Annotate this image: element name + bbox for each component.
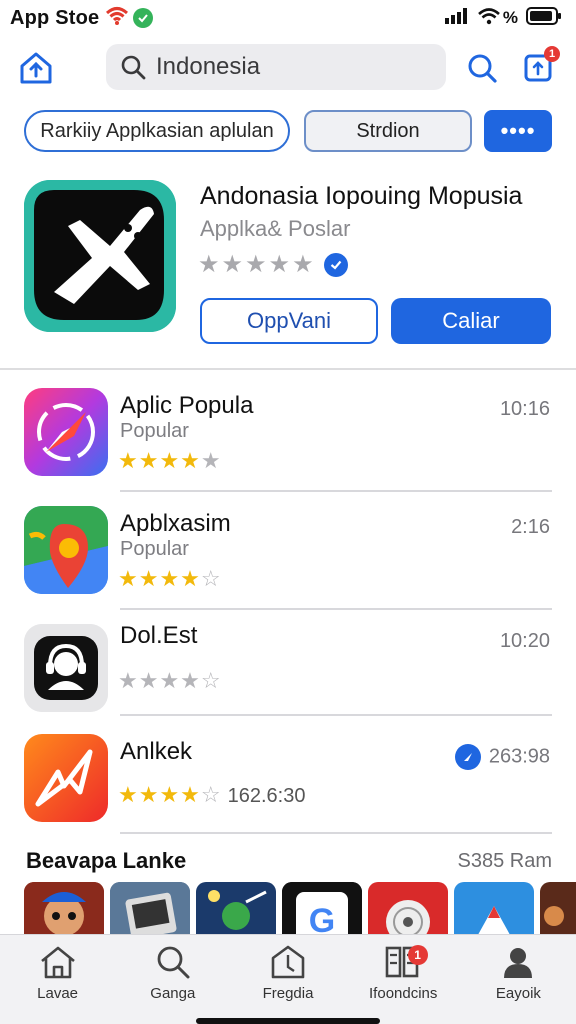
divider [120,490,552,492]
featured-title: Andonasia Iopouing Mopusia [200,182,523,210]
app-rating: ★★★★☆ 162.6:30 [118,782,306,807]
list-item[interactable]: Aplic Popula Popular ★★★★★ 10:16 [0,380,576,492]
star-icon: ★ [245,251,267,278]
thumbnail-device[interactable] [110,882,190,936]
filter-chip-station[interactable]: Strdion [304,110,472,152]
house-arrow-icon [20,52,52,84]
home-indicator [196,1018,380,1024]
more-button[interactable]: •••• [484,110,552,152]
updates-button[interactable]: 1 [520,46,560,88]
thumbnail-record[interactable] [368,882,448,936]
app-category: Popular [120,420,189,442]
check-icon [133,8,154,28]
svg-text:G: G [309,902,335,936]
tab-eayoik[interactable]: Eayoik [461,935,576,1024]
divider [120,608,552,610]
filter-row: Rarkiiy Applkasian aplulan Strdion •••• [0,110,576,154]
compass-icon [24,388,108,476]
featured-app: Andonasia Iopouing Mopusia Applka& Posla… [0,178,576,368]
search-icon [468,54,497,83]
list-item[interactable]: Anlkek ★★★★☆ 162.6:30 263:98 [0,726,576,838]
featured-rating: ★ ★ ★ ★ ★ [198,250,348,279]
thumbnail-face[interactable] [24,882,104,936]
tab-fregdia[interactable]: Fregdia [230,935,345,1024]
house-icon [40,946,75,979]
app-category: Popular [120,538,189,560]
search-value: Indonesia [156,53,261,80]
app-icon-maps [24,506,108,594]
wifi-icon [105,6,129,31]
search-input[interactable]: Indonesia [106,44,446,90]
section-title: Beavapa Lanke [26,848,187,873]
featured-subtitle: Applka& Poslar [200,216,351,241]
filter-chip-apps[interactable]: Rarkiiy Applkasian aplulan [24,110,290,152]
search-icon [157,946,190,979]
app-rating: ★★★★★ [118,448,222,473]
app-meta: 162.6:30 [227,785,306,807]
status-bar: App Stoe % [0,0,576,36]
thumbnail-blue[interactable] [454,882,534,936]
person-icon [504,948,533,978]
app-icon-compass [24,388,108,476]
star-icon: ★ [198,251,220,278]
play-icon [454,744,481,770]
tab-lavae[interactable]: Lavae [0,935,115,1024]
notification-badge: 1 [544,46,560,62]
star-icon: ★ [268,251,291,278]
app-time: 10:16 [499,398,550,420]
battery-icon [526,6,562,30]
app-time: 263:98 [454,744,550,770]
app-name: Apblxasim [120,510,231,537]
app-name: Dol.Est [120,622,198,649]
featured-open-button[interactable]: OppVani [200,298,378,344]
arrow-icon [24,734,108,822]
divider [120,832,552,834]
home-button[interactable] [16,48,56,88]
featured-app-icon[interactable] [24,180,176,332]
list-item[interactable]: Dol.Est ★★★★☆ 10:20 [0,616,576,728]
carrier-label: App Stoe [10,6,100,29]
tab-badge: 1 [407,945,428,965]
tab-ifoondcins[interactable]: 1 Ifoondcins [346,935,461,1024]
signal-icon [444,7,469,29]
app-time: 10:20 [499,630,550,652]
star-icon: ★ [292,251,314,278]
app-time-value: 263:98 [488,745,550,768]
tab-label: Ifoondcins [369,985,438,1002]
map-pin-icon [24,506,108,594]
app-name: Aplic Popula [120,392,254,419]
app-name: Anlkek [120,738,193,765]
app-rating: ★★★★☆ [118,668,222,693]
app-icon-arrow [24,734,108,822]
search-button[interactable] [462,48,502,88]
thumbnail-strip: G [24,882,576,936]
app-icon-headset [24,624,108,712]
star-icon: ★ [221,251,244,278]
tab-bar: Lavae Ganga Fregdia 1 Ifoondcins Eayoik [0,934,576,1024]
verified-icon [323,252,348,277]
wifi-status-icon [477,7,501,30]
list-item[interactable]: Apblxasim Popular ★★★★☆ 2:16 [0,498,576,610]
airplane-icon [24,180,176,332]
tab-label: Fregdia [262,985,314,1002]
divider [0,368,576,370]
thumbnail-game[interactable] [196,882,276,936]
section-meta[interactable]: S385 Ram [458,850,553,873]
tab-label: Lavae [37,985,79,1002]
search-icon [121,55,146,80]
tab-label: Ganga [150,985,196,1002]
thumbnail-google[interactable]: G [282,882,362,936]
headset-person-icon [24,624,108,712]
thumbnail-partial[interactable] [540,882,576,936]
app-time: 2:16 [511,516,550,538]
tab-label: Eayoik [495,985,541,1002]
tab-ganga[interactable]: Ganga [115,935,230,1024]
divider [120,714,552,716]
battery-percent: % [502,8,518,27]
app-rating: ★★★★☆ [118,566,222,591]
featured-get-button[interactable]: Caliar [391,298,551,344]
pentagon-icon [271,945,305,979]
app-header: Indonesia 1 [0,42,576,94]
